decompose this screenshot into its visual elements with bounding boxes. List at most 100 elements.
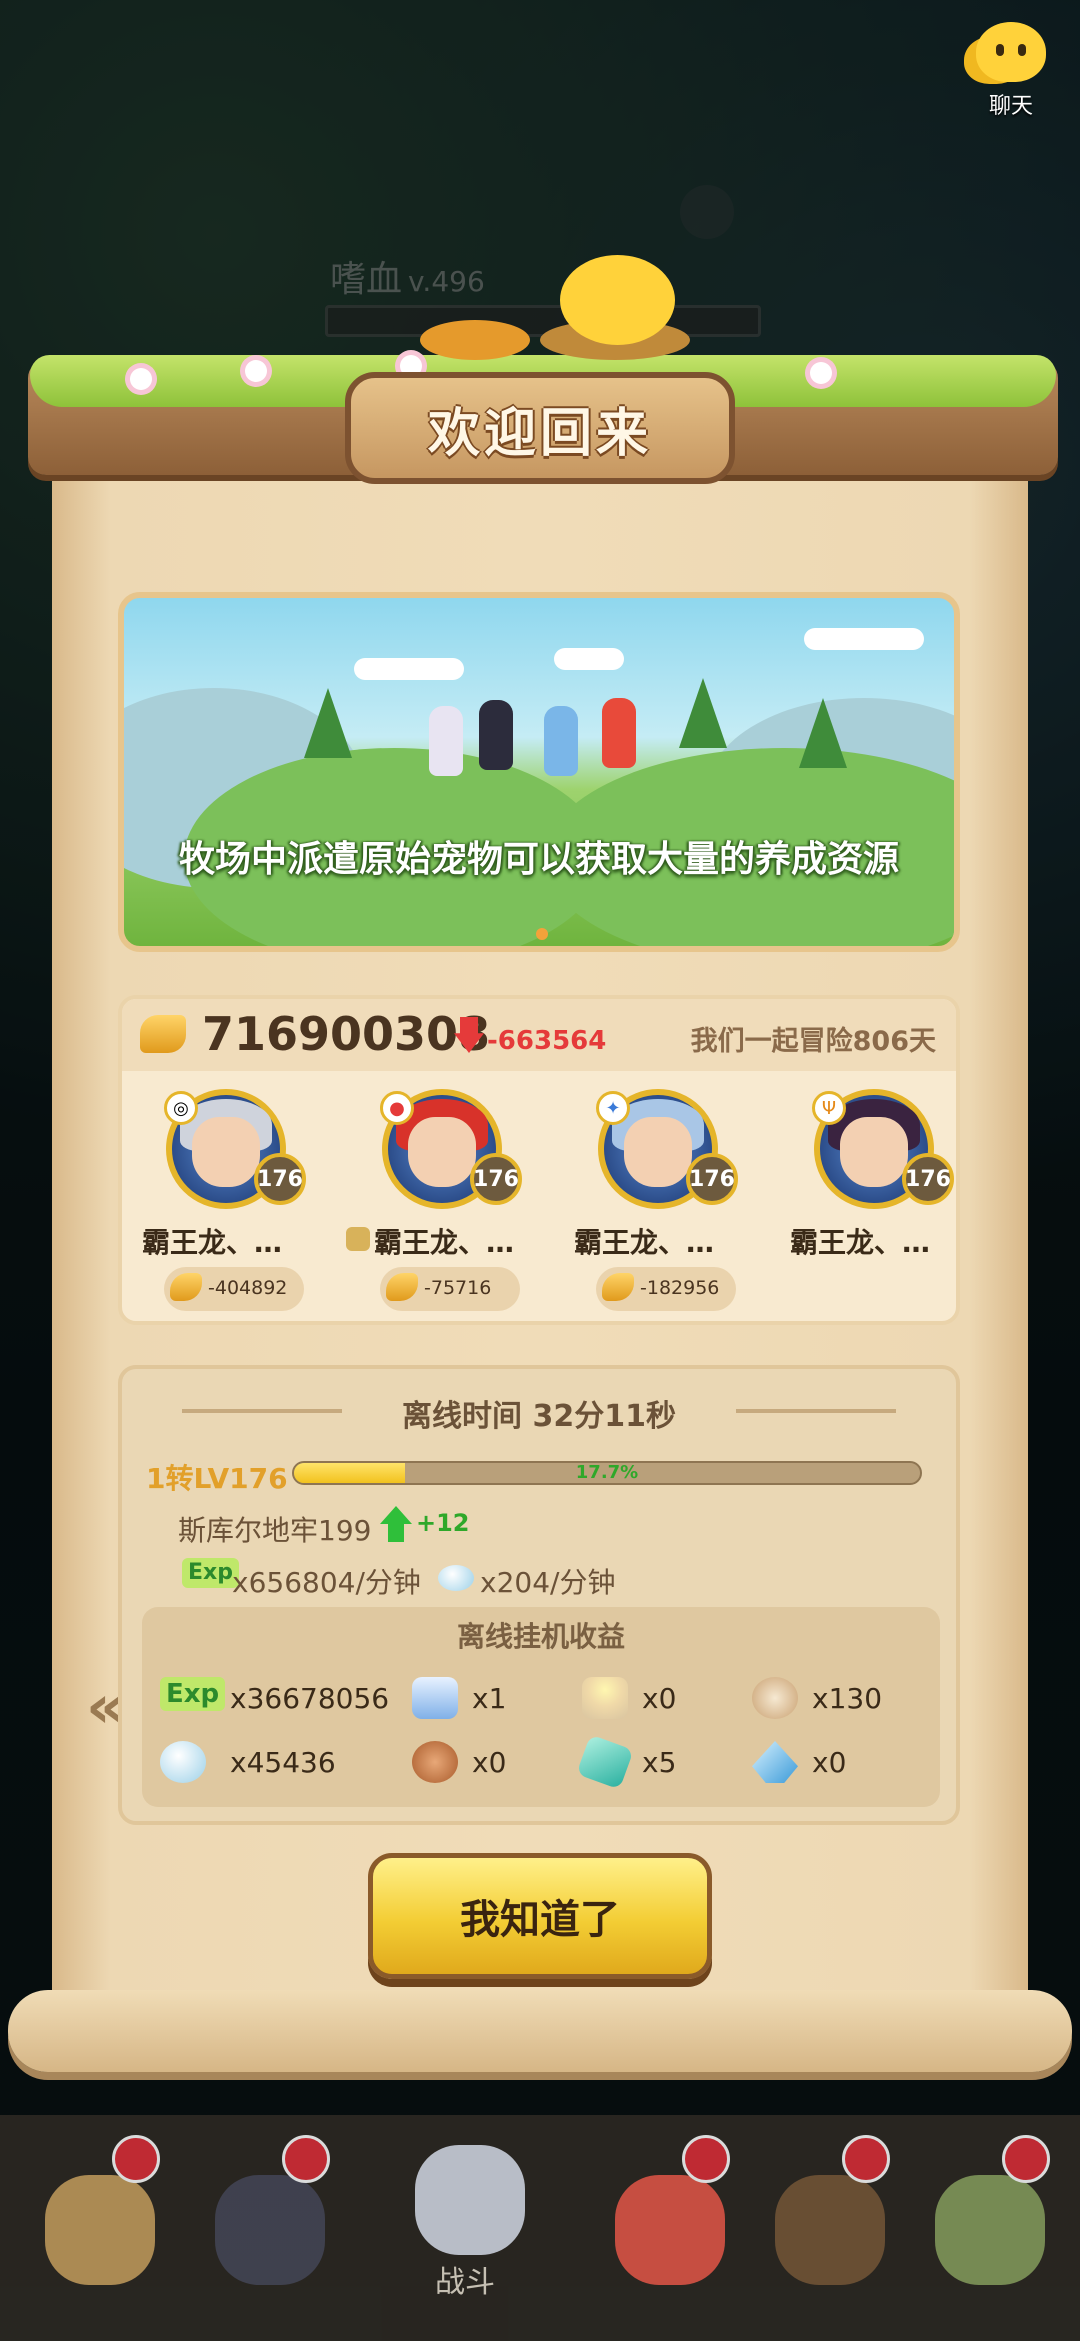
exp-icon: Exp — [160, 1677, 226, 1711]
notification-bell-icon — [842, 2135, 890, 2183]
title-plate: 欢迎回来 — [345, 372, 735, 484]
nav-item[interactable] — [20, 2135, 170, 2315]
up-arrow-icon — [380, 1506, 412, 1542]
nav-character-icon — [215, 2175, 325, 2285]
food-decoration — [420, 320, 530, 360]
tip-banner[interactable]: 牧场中派遣原始宠物可以获取大量的养成资源 — [118, 592, 960, 952]
exp-icon: Exp — [182, 1558, 239, 1588]
notification-bell-icon — [112, 2135, 160, 2183]
chat-label: 聊天 — [988, 94, 1033, 119]
offline-time: 离线时间 32分11秒 — [402, 1399, 676, 1434]
green-gem-icon — [576, 1734, 634, 1790]
reward-item[interactable]: Exp x36678056 — [160, 1673, 389, 1723]
medal-icon — [752, 1677, 798, 1719]
nav-character-icon — [775, 2175, 885, 2285]
hero-character — [602, 698, 636, 768]
pet-name: 霸王龙、… — [574, 1226, 715, 1259]
reward-item[interactable]: x1 — [412, 1673, 602, 1723]
reward-item[interactable]: x5 — [576, 1734, 772, 1790]
gold-total: 716900308 — [202, 1007, 491, 1061]
reward-item[interactable]: x130 — [752, 1673, 942, 1723]
scroll-bottom-roll — [8, 1990, 1072, 2072]
gold-icon — [170, 1273, 202, 1301]
pet-slot[interactable]: ✦ 176 霸王龙、… -182956 — [574, 1089, 754, 1311]
purple-swirl-icon: ◎ — [164, 1091, 198, 1125]
reward-item[interactable]: x0 — [752, 1737, 942, 1787]
nav-item[interactable] — [190, 2135, 340, 2315]
rewards-title: 离线挂机收益 — [456, 1620, 625, 1653]
blue-wind-icon: ✦ — [596, 1091, 630, 1125]
adventure-days: 我们一起冒险806天 — [690, 1026, 936, 1057]
cloud-icon — [804, 628, 924, 650]
pet-level: 176 — [686, 1153, 738, 1205]
pet-name: 霸王龙、… — [142, 1226, 283, 1259]
battle-label: 战斗 — [435, 2265, 495, 2300]
nav-character-icon — [935, 2175, 1045, 2285]
flower-icon — [130, 368, 152, 390]
sword-icon — [415, 2145, 525, 2255]
reward-item[interactable]: x0 — [582, 1673, 772, 1723]
chat-icon — [976, 22, 1046, 82]
pet-level: 176 — [902, 1153, 954, 1205]
hero-character — [479, 700, 513, 770]
ice-crystal-icon — [752, 1741, 798, 1783]
reward-item[interactable]: x0 — [412, 1737, 602, 1787]
nav-item[interactable] — [750, 2135, 900, 2315]
pet-gold-change: -404892 — [164, 1267, 304, 1311]
hero-character — [544, 706, 578, 776]
notification-bell-icon — [682, 2135, 730, 2183]
spirit-stone-icon — [438, 1565, 474, 1591]
gold-summary-card: 716900308 -663564 我们一起冒险806天 ◎ 176 霸王龙、…… — [118, 995, 960, 1325]
gold-icon — [386, 1273, 418, 1301]
pet-slot[interactable]: ◎ 176 霸王龙、… -404892 — [142, 1089, 322, 1311]
gold-summary-header: 716900308 -663564 我们一起冒险806天 — [122, 999, 956, 1071]
notification-bell-icon — [282, 2135, 330, 2183]
tree-icon — [799, 698, 847, 768]
bottom-nav: 战斗 — [0, 2115, 1080, 2341]
mascot-bird-icon — [540, 235, 690, 360]
pet-level: 176 — [254, 1153, 306, 1205]
trident-icon: Ψ — [812, 1091, 846, 1125]
exp-progress-bar: 17.7% — [292, 1461, 922, 1485]
hero-character — [429, 706, 463, 776]
nav-item[interactable] — [590, 2135, 740, 2315]
chat-button[interactable]: 聊天 — [956, 22, 1066, 132]
pet-slot[interactable]: ● 176 霸王龙、… -75716 — [346, 1089, 538, 1311]
tree-icon — [679, 678, 727, 748]
dialog-title: 欢迎回来 — [427, 403, 652, 464]
nav-character-icon — [615, 2175, 725, 2285]
cloud-icon — [554, 648, 624, 670]
pet-level: 176 — [470, 1153, 522, 1205]
tree-icon — [304, 688, 352, 758]
flower-icon — [810, 362, 832, 384]
candle-icon — [582, 1677, 628, 1719]
red-fire-icon: ● — [380, 1091, 414, 1125]
spirit-stone-icon — [160, 1741, 206, 1783]
offline-rewards: 离线挂机收益 Exp x36678056 x1 x0 x130 x45436 x… — [142, 1607, 940, 1807]
dungeon-name: 斯库尔地牢199 — [178, 1514, 372, 1547]
notification-bell-icon — [1002, 2135, 1050, 2183]
offline-panel: 离线时间 32分11秒 1转LV176 17.7% 斯库尔地牢199 +12 E… — [118, 1365, 960, 1825]
exp-rate: x656804/分钟 — [232, 1566, 421, 1599]
dungeon-gain: +12 — [416, 1509, 470, 1537]
pet-name: 霸王龙、… — [374, 1226, 515, 1259]
gold-change: -663564 — [487, 1026, 607, 1056]
confirm-label: 我知道了 — [460, 1897, 620, 1943]
stone-rate: x204/分钟 — [480, 1566, 616, 1599]
nav-item[interactable] — [910, 2135, 1060, 2315]
flower-icon — [245, 360, 267, 382]
pet-name: 霸王龙、… — [790, 1226, 931, 1259]
nav-character-icon — [45, 2175, 155, 2285]
confirm-button[interactable]: 我知道了 — [368, 1853, 712, 1979]
meat-icon — [412, 1741, 458, 1783]
carousel-indicator[interactable] — [536, 928, 548, 940]
shield-badge-icon — [346, 1227, 370, 1251]
gold-icon — [602, 1273, 634, 1301]
cloud-icon — [354, 658, 464, 680]
reward-item[interactable]: x45436 — [160, 1737, 350, 1787]
pet-gold-change: -75716 — [380, 1267, 520, 1311]
pet-slot[interactable]: Ψ 176 霸王龙、… — [790, 1089, 970, 1309]
level-label: 1转LV176 — [146, 1462, 288, 1495]
pet-gold-change: -182956 — [596, 1267, 736, 1311]
nav-battle[interactable]: 战斗 — [360, 2135, 570, 2315]
